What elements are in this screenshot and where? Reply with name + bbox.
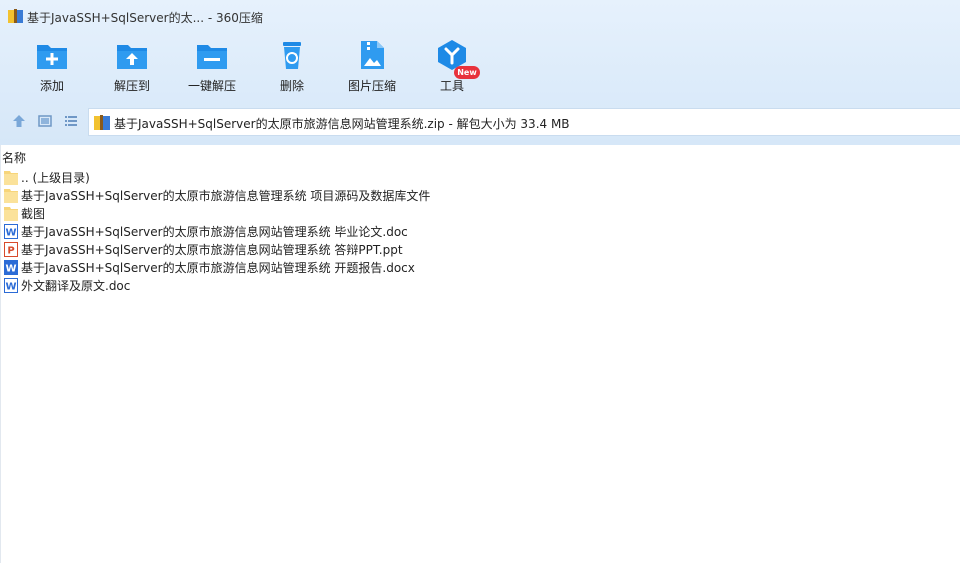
file-list: .. (上级目录) 基于JavaSSH+SqlServer的太原市旅游信息管理系… <box>0 168 960 294</box>
list-item[interactable]: 基于JavaSSH+SqlServer的太原市旅游信息管理系统 项目源码及数据库… <box>0 186 960 204</box>
extract-to-icon <box>117 45 147 69</box>
recycle-delete-icon <box>283 42 301 69</box>
one-click-extract-button[interactable]: 一键解压 <box>172 34 252 102</box>
extract-to-label: 解压到 <box>113 79 150 93</box>
svg-text:W: W <box>5 282 16 293</box>
svg-text:W: W <box>5 228 16 239</box>
image-compress-label: 图片压缩 <box>347 79 396 93</box>
title-bar: 基于JavaSSH+SqlServer的太... - 360压缩 <box>0 0 960 34</box>
list-header: 名称 <box>0 145 960 165</box>
ppt-icon: P <box>4 242 18 257</box>
word-doc-icon: W <box>4 278 18 293</box>
extract-to-button[interactable]: 解压到 <box>92 34 172 102</box>
window-title: 基于JavaSSH+SqlServer的太... - 360压缩 <box>27 11 263 25</box>
file-name: 基于JavaSSH+SqlServer的太原市旅游信息网站管理系统 答辩PPT.… <box>21 243 403 257</box>
column-header-name[interactable]: 名称 <box>2 149 26 166</box>
archive-app-icon <box>8 9 23 23</box>
svg-text:P: P <box>7 246 14 257</box>
top-panel: 基于JavaSSH+SqlServer的太... - 360压缩 添加 解压到 <box>0 0 960 145</box>
folder-icon <box>4 189 18 203</box>
file-name: 基于JavaSSH+SqlServer的太原市旅游信息网站管理系统 毕业论文.d… <box>21 225 408 239</box>
thumbnail-view-icon[interactable] <box>38 114 52 128</box>
file-name: 基于JavaSSH+SqlServer的太原市旅游信息网站管理系统 开题报告.d… <box>21 261 415 275</box>
file-name: 截图 <box>21 207 46 221</box>
image-compress-button[interactable]: 图片压缩 <box>332 34 412 102</box>
file-name: 外文翻译及原文.doc <box>21 279 131 293</box>
list-item[interactable]: W 基于JavaSSH+SqlServer的太原市旅游信息网站管理系统 毕业论文… <box>0 222 960 240</box>
list-item[interactable]: W 基于JavaSSH+SqlServer的太原市旅游信息网站管理系统 开题报告… <box>0 258 960 276</box>
tools-label: 工具 <box>439 79 464 93</box>
delete-button[interactable]: 删除 <box>252 34 332 102</box>
one-click-extract-icon <box>197 45 227 69</box>
zip-archive-icon <box>94 115 110 130</box>
folder-icon <box>4 171 18 185</box>
folder-icon <box>4 207 18 221</box>
list-item-parent-dir[interactable]: .. (上级目录) <box>0 168 960 186</box>
file-name: .. (上级目录) <box>21 171 90 185</box>
add-label: 添加 <box>39 79 64 93</box>
list-view-icon[interactable] <box>64 114 78 128</box>
up-arrow-icon[interactable] <box>12 114 26 128</box>
one-click-extract-label: 一键解压 <box>187 79 236 93</box>
svg-text:W: W <box>5 264 16 275</box>
delete-label: 删除 <box>279 79 304 93</box>
list-item[interactable]: 截图 <box>0 204 960 222</box>
toolbar: 添加 解压到 一键解压 删除 图片压缩 工具 New <box>0 34 960 104</box>
word-doc-icon: W <box>4 224 18 239</box>
address-field[interactable]: 基于JavaSSH+SqlServer的太原市旅游信息网站管理系统.zip - … <box>88 108 960 136</box>
word-docx-icon: W <box>4 260 18 275</box>
list-item[interactable]: P 基于JavaSSH+SqlServer的太原市旅游信息网站管理系统 答辩PP… <box>0 240 960 258</box>
address-path: 基于JavaSSH+SqlServer的太原市旅游信息网站管理系统.zip - … <box>114 117 570 131</box>
file-name: 基于JavaSSH+SqlServer的太原市旅游信息管理系统 项目源码及数据库… <box>21 189 431 203</box>
new-badge: New <box>454 66 480 79</box>
tools-button[interactable]: 工具 <box>412 34 492 102</box>
add-button[interactable]: 添加 <box>12 34 92 102</box>
address-bar: 基于JavaSSH+SqlServer的太原市旅游信息网站管理系统.zip - … <box>0 106 960 136</box>
list-item[interactable]: W 外文翻译及原文.doc <box>0 276 960 294</box>
image-compress-icon <box>361 41 384 69</box>
add-folder-icon <box>37 45 67 69</box>
